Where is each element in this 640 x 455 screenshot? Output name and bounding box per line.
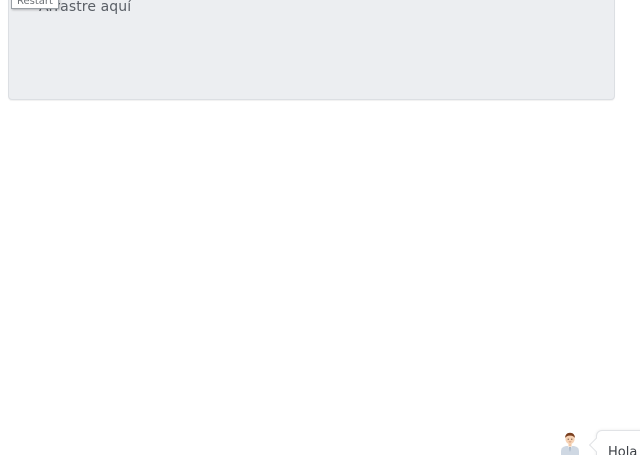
person-avatar-icon-graphic (561, 432, 579, 455)
chat-bubble[interactable]: Hola (596, 430, 640, 455)
chat-greeting: Hola (608, 445, 638, 455)
person-avatar-icon[interactable] (559, 431, 581, 455)
drop-zone[interactable]: Arrastre aquí (8, 0, 615, 100)
restart-button[interactable]: Restart (11, 0, 59, 9)
page: Arrastre aquí Restart Hola (0, 0, 640, 455)
